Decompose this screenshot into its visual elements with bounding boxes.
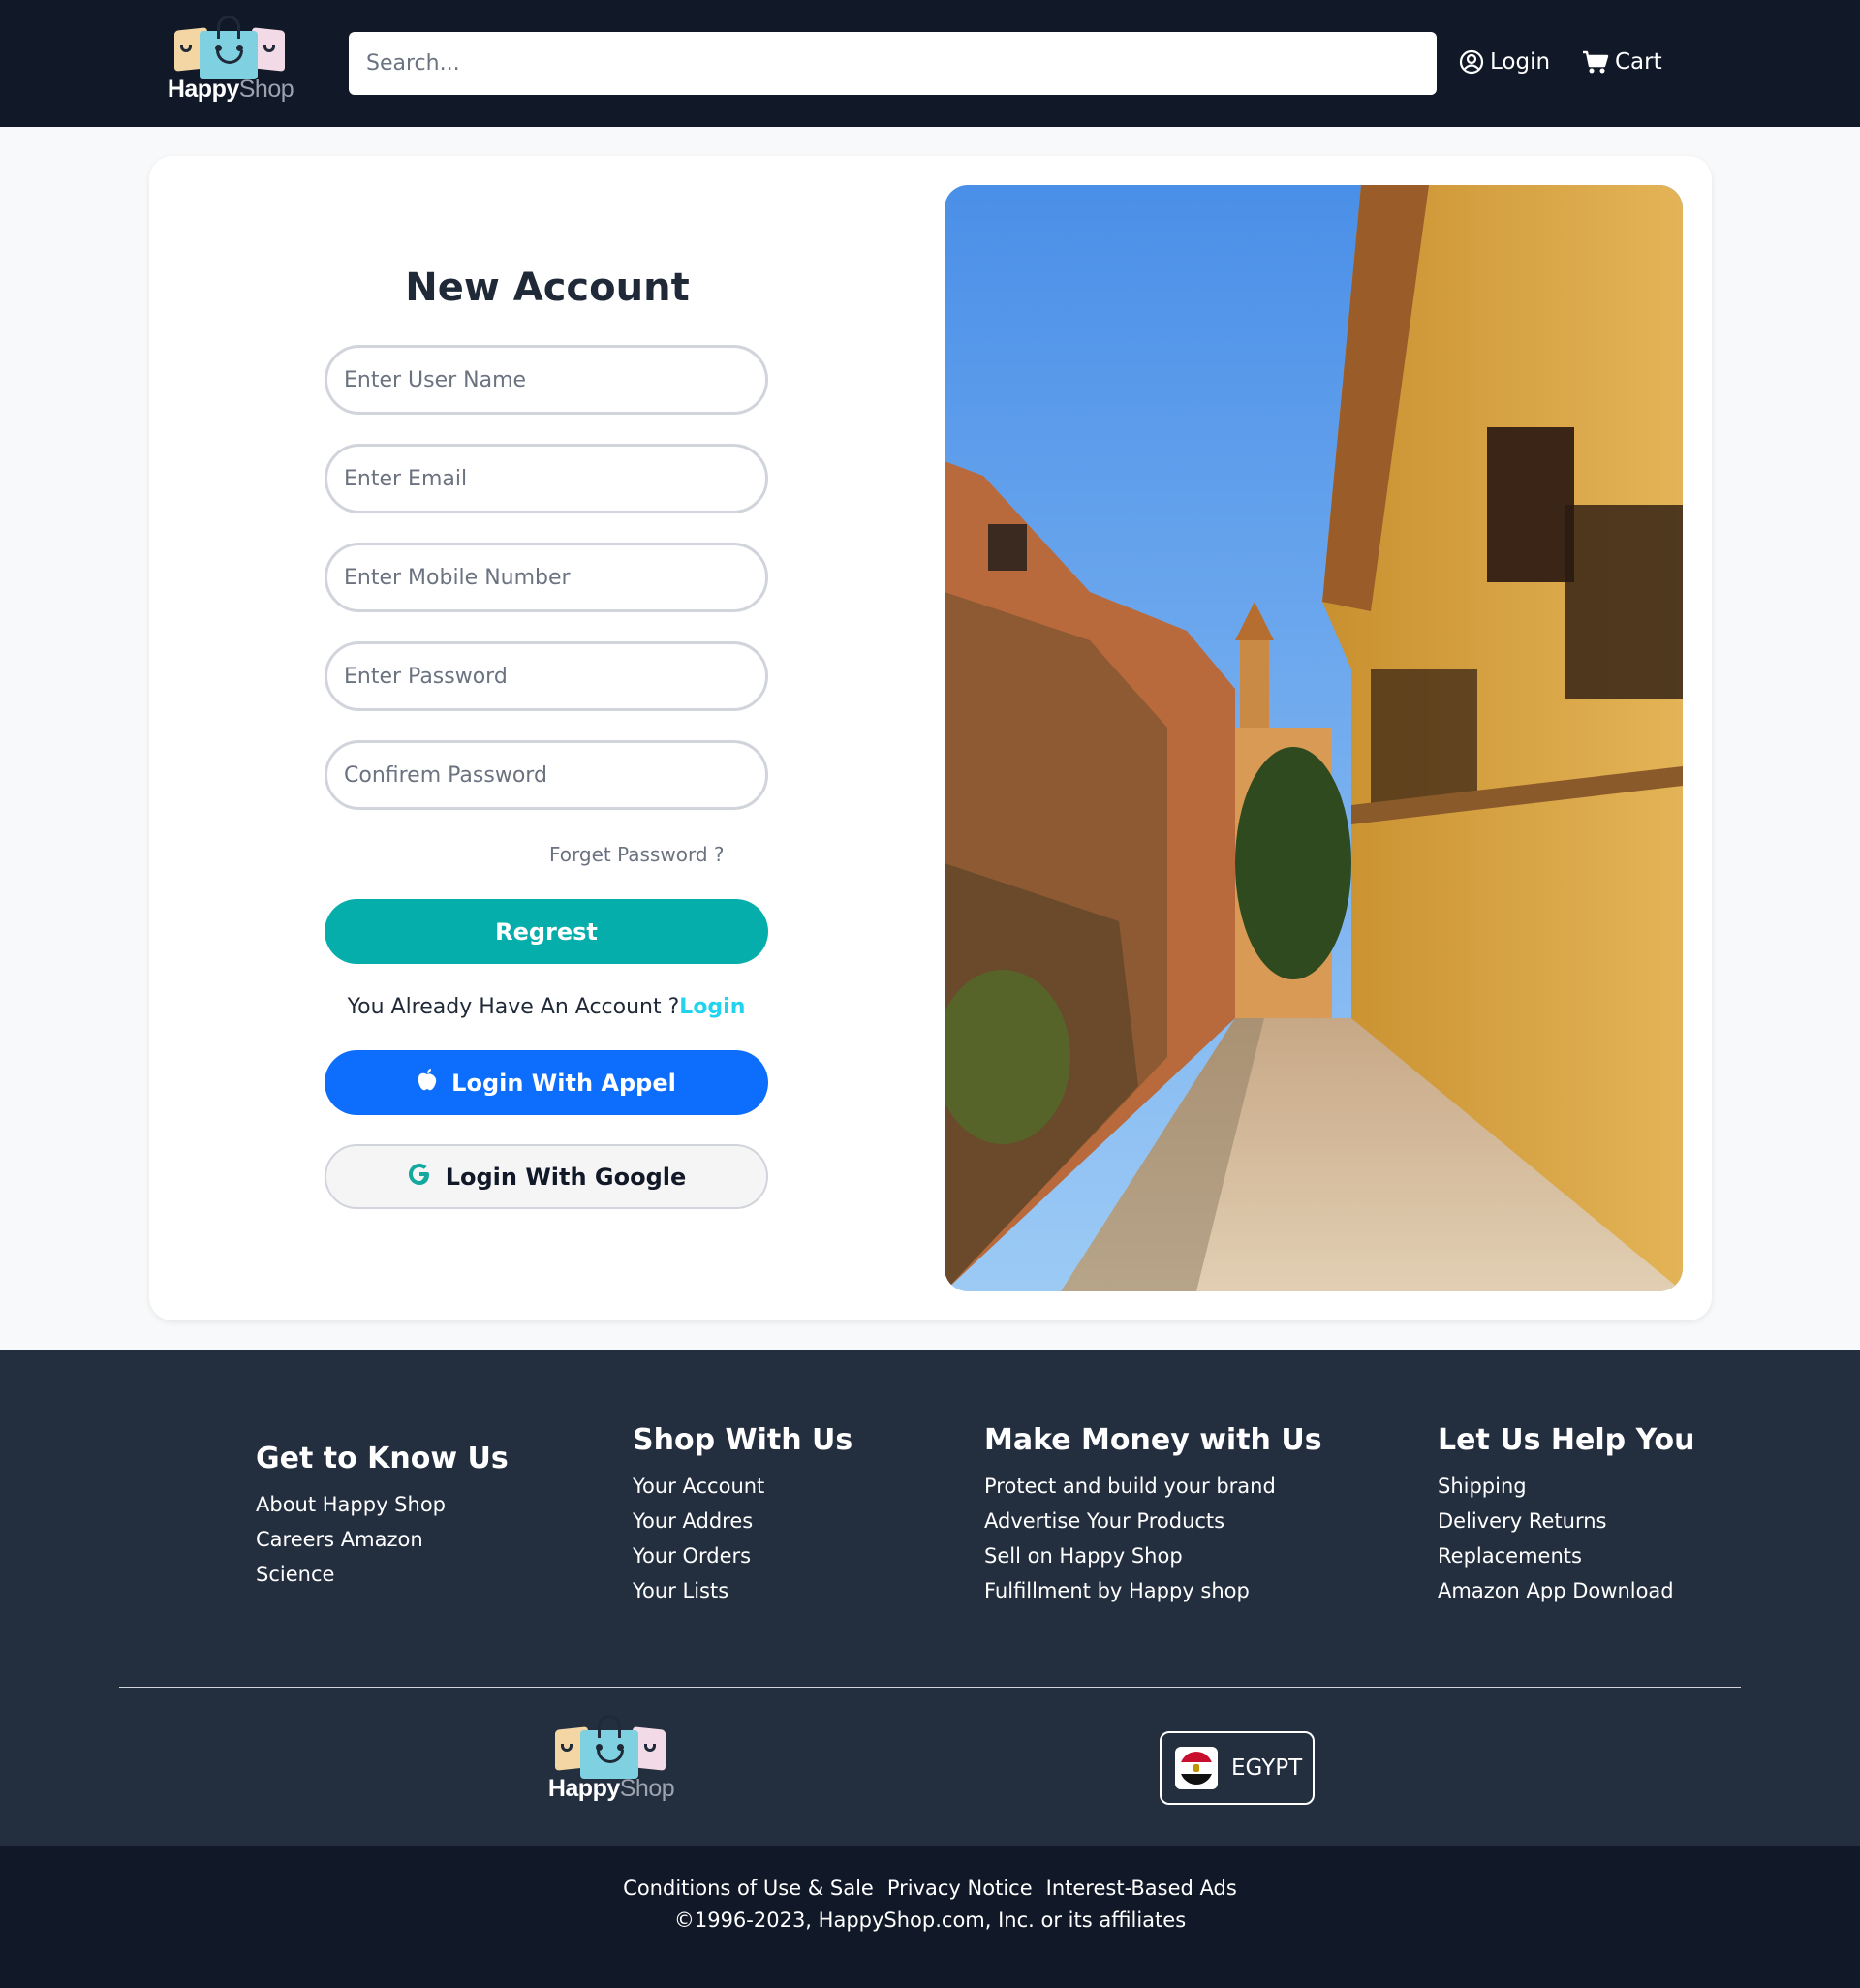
footer-link[interactable]: Sell on Happy Shop bbox=[984, 1538, 1322, 1573]
country-selector-button[interactable]: EGYPT bbox=[1160, 1731, 1315, 1805]
copyright-text: ©1996-2023, HappyShop.com, Inc. or its a… bbox=[673, 1909, 1187, 1932]
login-label: Login bbox=[1490, 49, 1551, 75]
already-have-account: You Already Have An Account ?Login bbox=[325, 995, 768, 1019]
footer-link[interactable]: Replacements bbox=[1438, 1538, 1695, 1573]
footer-link[interactable]: Your Lists bbox=[633, 1573, 852, 1608]
apple-button-label: Login With Appel bbox=[451, 1069, 676, 1097]
register-button[interactable]: Regrest bbox=[325, 899, 768, 964]
already-have-account-text: You Already Have An Account ? bbox=[347, 995, 680, 1019]
logo-wordmark: HappyShop bbox=[167, 76, 294, 103]
country-label: EGYPT bbox=[1231, 1755, 1303, 1781]
footer-column-make-money: Make Money with Us Protect and build you… bbox=[984, 1423, 1322, 1608]
footer-column-shop-with-us: Shop With Us Your Account Your Addres Yo… bbox=[633, 1423, 852, 1608]
footer-column-title: Make Money with Us bbox=[984, 1423, 1322, 1457]
street-photo bbox=[945, 185, 1683, 1291]
footer-link[interactable]: Fulfillment by Happy shop bbox=[984, 1573, 1322, 1608]
footer-link[interactable]: Shipping bbox=[1438, 1469, 1695, 1504]
footer-logo[interactable]: HappyShop bbox=[543, 1713, 679, 1806]
footer-link[interactable]: Careers Amazon bbox=[256, 1522, 509, 1557]
search-input[interactable] bbox=[349, 32, 1437, 95]
legal-bar: Conditions of Use & Sale Privacy Notice … bbox=[0, 1846, 1860, 1988]
google-button-label: Login With Google bbox=[445, 1163, 687, 1191]
confirm-password-field[interactable] bbox=[325, 740, 768, 810]
happyshop-logo[interactable]: HappyShop bbox=[163, 14, 298, 107]
login-nav-link[interactable]: Login bbox=[1459, 45, 1550, 79]
cart-label: Cart bbox=[1615, 49, 1662, 75]
forget-password-link[interactable]: Forget Password ? bbox=[549, 843, 725, 866]
email-field[interactable] bbox=[325, 444, 768, 513]
mobile-number-field[interactable] bbox=[325, 543, 768, 612]
top-navbar: HappyShop Login Cart bbox=[0, 0, 1860, 127]
user-circle-icon bbox=[1459, 49, 1484, 75]
username-field[interactable] bbox=[325, 345, 768, 415]
logo-wordmark: HappyShop bbox=[547, 1775, 675, 1802]
footer-column-title: Let Us Help You bbox=[1438, 1423, 1695, 1457]
footer-link[interactable]: Delivery Returns bbox=[1438, 1504, 1695, 1538]
register-button-label: Regrest bbox=[495, 917, 598, 946]
cart-icon bbox=[1582, 49, 1609, 75]
footer-column-help: Let Us Help You Shipping Delivery Return… bbox=[1438, 1423, 1695, 1608]
login-link[interactable]: Login bbox=[679, 995, 745, 1019]
egypt-flag-icon bbox=[1175, 1747, 1218, 1789]
footer-link[interactable]: Amazon App Download bbox=[1438, 1573, 1695, 1608]
footer-link[interactable]: Advertise Your Products bbox=[984, 1504, 1322, 1538]
footer-link[interactable]: Your Addres bbox=[633, 1504, 852, 1538]
password-field[interactable] bbox=[325, 641, 768, 711]
interest-based-ads-link[interactable]: Interest-Based Ads bbox=[1046, 1877, 1237, 1900]
footer-column-get-to-know-us: Get to Know Us About Happy Shop Careers … bbox=[256, 1442, 509, 1592]
login-with-apple-button[interactable]: Login With Appel bbox=[325, 1050, 768, 1115]
google-icon bbox=[407, 1162, 432, 1193]
legal-links: Conditions of Use & Sale Privacy Notice … bbox=[0, 1877, 1860, 1900]
site-footer: Get to Know Us About Happy Shop Careers … bbox=[0, 1350, 1860, 1846]
apple-icon bbox=[417, 1068, 438, 1099]
footer-divider bbox=[119, 1687, 1741, 1688]
footer-column-title: Shop With Us bbox=[633, 1423, 853, 1457]
footer-link[interactable]: Your Account bbox=[633, 1469, 852, 1504]
cart-nav-link[interactable]: Cart bbox=[1582, 45, 1662, 79]
footer-column-title: Get to Know Us bbox=[256, 1442, 509, 1475]
privacy-notice-link[interactable]: Privacy Notice bbox=[887, 1877, 1033, 1900]
conditions-link[interactable]: Conditions of Use & Sale bbox=[623, 1877, 874, 1900]
footer-link[interactable]: Science bbox=[256, 1557, 509, 1592]
page-title: New Account bbox=[405, 265, 690, 310]
footer-link[interactable]: Your Orders bbox=[633, 1538, 852, 1573]
footer-link[interactable]: Protect and build your brand bbox=[984, 1469, 1322, 1504]
footer-link[interactable]: About Happy Shop bbox=[256, 1487, 509, 1522]
login-with-google-button[interactable]: Login With Google bbox=[325, 1144, 768, 1209]
